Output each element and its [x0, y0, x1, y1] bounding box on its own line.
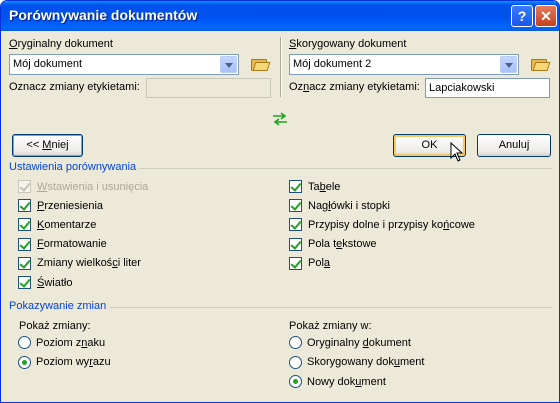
radio-option[interactable]: Nowy dokument: [289, 375, 386, 388]
radio-label: Poziom znaku: [36, 336, 106, 349]
radio-label: Oryginalny dokument: [307, 336, 411, 349]
original-tag-label: Oznacz zmiany etykietami:: [9, 81, 140, 93]
radio-button[interactable]: [289, 375, 302, 388]
checkbox-option: Wstawienia i usunięcia: [18, 180, 148, 193]
help-button[interactable]: ?: [511, 5, 533, 27]
radio-option[interactable]: Poziom znaku: [18, 336, 105, 349]
radio-label: Nowy dokument: [307, 375, 386, 388]
checkbox[interactable]: [289, 218, 302, 232]
checkbox-label: Wstawienia i usunięcia: [37, 180, 149, 193]
checkbox-label: Przeniesienia: [37, 199, 104, 212]
checkbox-option[interactable]: Pola: [289, 256, 331, 270]
revised-tag-field[interactable]: Lapciakowski: [425, 78, 550, 98]
radio-option[interactable]: Skorygowany dokument: [289, 355, 425, 369]
folder-open-icon[interactable]: [531, 57, 551, 71]
checkbox: [18, 180, 31, 193]
chevron-down-icon[interactable]: [220, 56, 237, 73]
compare-documents-dialog: Porównywanie dokumentów ? ✕ Oryginalny d…: [0, 0, 560, 403]
vertical-divider: [280, 37, 281, 97]
checkbox-label: Formatowanie: [37, 238, 107, 251]
mouse-pointer-icon: [450, 142, 464, 162]
radio-option[interactable]: Poziom wyrazu: [18, 355, 111, 369]
checkbox-option[interactable]: Pola tekstowe: [289, 237, 377, 251]
checkbox[interactable]: [18, 199, 31, 213]
checkbox[interactable]: [18, 256, 31, 270]
original-document-combo[interactable]: Mój dokument: [9, 54, 239, 75]
radio-label: Poziom wyrazu: [36, 356, 111, 368]
checkbox[interactable]: [289, 180, 302, 193]
checkbox-option[interactable]: Przypisy dolne i przypisy końcowe: [289, 218, 475, 232]
close-button[interactable]: ✕: [535, 5, 557, 27]
checkbox-option[interactable]: Przeniesienia: [18, 199, 104, 213]
checkbox[interactable]: [18, 218, 31, 232]
show-changes-in-label: Pokaż zmiany w:: [289, 320, 372, 332]
show-changes-level-label: Pokaż zmiany:: [19, 320, 91, 332]
checkbox-label: Tabele: [308, 180, 341, 193]
original-document-value: Mój dokument: [13, 58, 83, 70]
chevron-down-icon[interactable]: [500, 56, 517, 73]
original-document-label: Oryginalny dokument: [9, 38, 113, 50]
folder-open-icon[interactable]: [251, 57, 271, 71]
checkbox-label: Nagłówki i stopki: [308, 199, 390, 212]
checkbox[interactable]: [18, 276, 31, 289]
checkbox-label: Pola tekstowe: [308, 238, 377, 251]
radio-button[interactable]: [18, 355, 31, 369]
radio-option[interactable]: Oryginalny dokument: [289, 336, 411, 349]
window-title: Porównywanie dokumentów: [9, 7, 198, 23]
checkbox-label: Zmiany wielkości liter: [37, 257, 141, 270]
checkbox-option[interactable]: Światło: [18, 276, 72, 289]
checkbox[interactable]: [289, 237, 302, 251]
checkbox-option[interactable]: Zmiany wielkości liter: [18, 256, 141, 270]
checkbox-label: Pola: [308, 257, 331, 270]
checkbox-option[interactable]: Nagłówki i stopki: [289, 199, 390, 213]
radio-button[interactable]: [289, 355, 302, 369]
checkbox-option[interactable]: Formatowanie: [18, 237, 107, 251]
checkbox-label: Światło: [37, 276, 73, 289]
revised-tag-label: Oznacz zmiany etykietami:: [289, 81, 420, 93]
radio-label: Skorygowany dokument: [307, 356, 425, 368]
revised-tag-value: Lapciakowski: [429, 82, 495, 94]
show-changes-title: Pokazywanie zmian: [9, 300, 107, 312]
checkbox-option[interactable]: Tabele: [289, 180, 340, 193]
comparison-settings-title: Ustawienia porównywania: [9, 161, 137, 173]
swap-arrows-icon[interactable]: [271, 112, 289, 126]
checkbox-label: Przypisy dolne i przypisy końcowe: [308, 218, 475, 231]
checkbox[interactable]: [18, 237, 31, 251]
checkbox-option[interactable]: Komentarze: [18, 218, 97, 232]
section-divider: [139, 168, 552, 169]
original-tag-field: [146, 78, 271, 98]
revised-document-label: Skorygowany dokument: [289, 38, 407, 50]
radio-button[interactable]: [18, 336, 31, 349]
title-bar[interactable]: Porównywanie dokumentów ? ✕: [1, 1, 559, 31]
cancel-button[interactable]: Anuluj: [477, 134, 551, 157]
section-divider: [109, 307, 552, 308]
radio-button[interactable]: [289, 336, 302, 349]
checkbox[interactable]: [289, 256, 302, 270]
less-button[interactable]: << Mniej: [12, 134, 83, 157]
revised-document-combo[interactable]: Mój dokument 2: [289, 54, 519, 75]
checkbox-label: Komentarze: [37, 218, 97, 231]
checkbox[interactable]: [289, 199, 302, 213]
revised-document-value: Mój dokument 2: [293, 58, 372, 70]
